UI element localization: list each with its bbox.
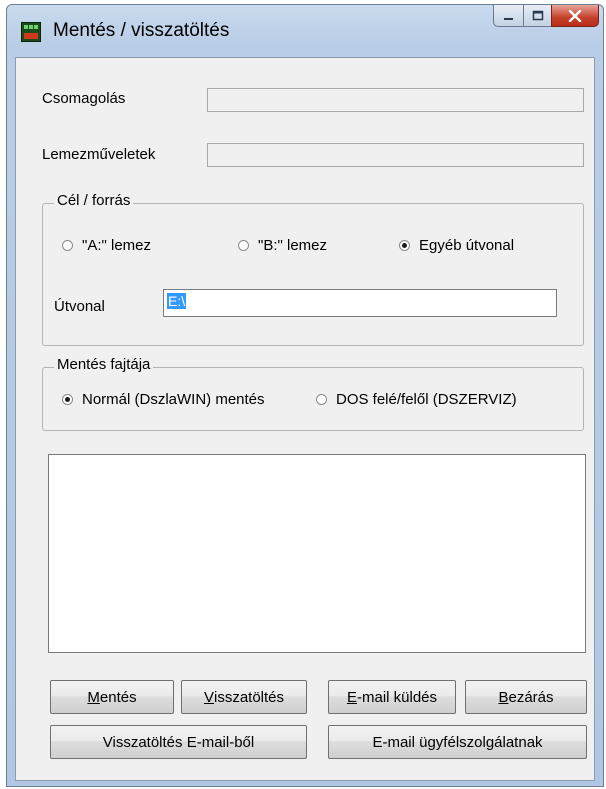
close-button[interactable]: Bezárás — [465, 680, 587, 714]
radio-dos-save-indicator — [316, 394, 327, 405]
radio-normal-save-label: Normál (DszlaWIN) mentés — [82, 391, 265, 408]
maximize-button[interactable] — [523, 5, 551, 27]
packing-field — [207, 88, 584, 112]
path-label: Útvonal — [54, 298, 105, 315]
close-button-label: ezárás — [508, 688, 554, 706]
radio-a-drive-label: "A:" lemez — [82, 237, 152, 254]
path-input[interactable]: E:\ — [163, 289, 557, 317]
minimize-icon — [503, 17, 513, 20]
close-window-button[interactable] — [551, 5, 599, 27]
send-email-button-label: -mail küldés — [356, 688, 438, 706]
radio-a-drive[interactable]: "A:" lemez — [62, 237, 151, 254]
packing-label: Csomagolás — [42, 90, 126, 107]
restore-button-hotkey: V — [203, 688, 214, 706]
title-bar[interactable]: Mentés / visszatöltés — [7, 5, 603, 57]
radio-other-path-label: Egyéb útvonal — [419, 237, 515, 254]
restore-button[interactable]: Visszatöltés — [181, 680, 307, 714]
dialog-window: Mentés / visszatöltés Csomagolás Lemezmű… — [6, 4, 604, 787]
dialog-client-area: Csomagolás Lemezműveletek Cél / forrás "… — [15, 57, 595, 781]
radio-b-drive-label: "B:" lemez — [258, 237, 328, 254]
disk-ops-label: Lemezműveletek — [42, 146, 156, 163]
send-email-button-hotkey: E — [346, 688, 357, 706]
app-icon — [21, 22, 41, 42]
radio-normal-save[interactable]: Normál (DszlaWIN) mentés — [62, 391, 265, 408]
close-button-hotkey: B — [498, 688, 509, 706]
email-support-button[interactable]: E-mail ügyfélszolgálatnak — [328, 725, 587, 759]
radio-other-path[interactable]: Egyéb útvonal — [399, 237, 514, 254]
radio-other-path-indicator — [399, 240, 410, 251]
save-type-legend: Mentés fajtája — [54, 356, 154, 373]
radio-normal-save-indicator — [62, 394, 73, 405]
save-button-label: entés — [99, 688, 137, 706]
save-button-hotkey: M — [87, 688, 100, 706]
disk-ops-field — [207, 143, 584, 167]
path-input-value: E:\ — [167, 293, 187, 309]
minimize-button[interactable] — [493, 5, 523, 27]
save-button[interactable]: Mentés — [50, 680, 174, 714]
target-source-group — [42, 203, 584, 346]
radio-dos-save[interactable]: DOS felé/felől (DSZERVIZ) — [316, 391, 517, 408]
radio-a-drive-indicator — [62, 240, 73, 251]
window-title: Mentés / visszatöltés — [53, 20, 230, 41]
radio-b-drive[interactable]: "B:" lemez — [238, 237, 327, 254]
send-email-button[interactable]: E -mail küldés — [328, 680, 456, 714]
close-icon — [568, 9, 582, 22]
target-source-legend: Cél / forrás — [54, 192, 134, 209]
restore-from-email-button[interactable]: Visszatöltés E-mail-ből — [50, 725, 307, 759]
maximize-icon — [532, 10, 543, 21]
radio-b-drive-indicator — [238, 240, 249, 251]
radio-dos-save-label: DOS felé/felől (DSZERVIZ) — [336, 391, 517, 408]
window-controls — [493, 5, 599, 27]
log-listbox[interactable] — [48, 454, 586, 653]
restore-button-label: isszatöltés — [213, 688, 285, 706]
